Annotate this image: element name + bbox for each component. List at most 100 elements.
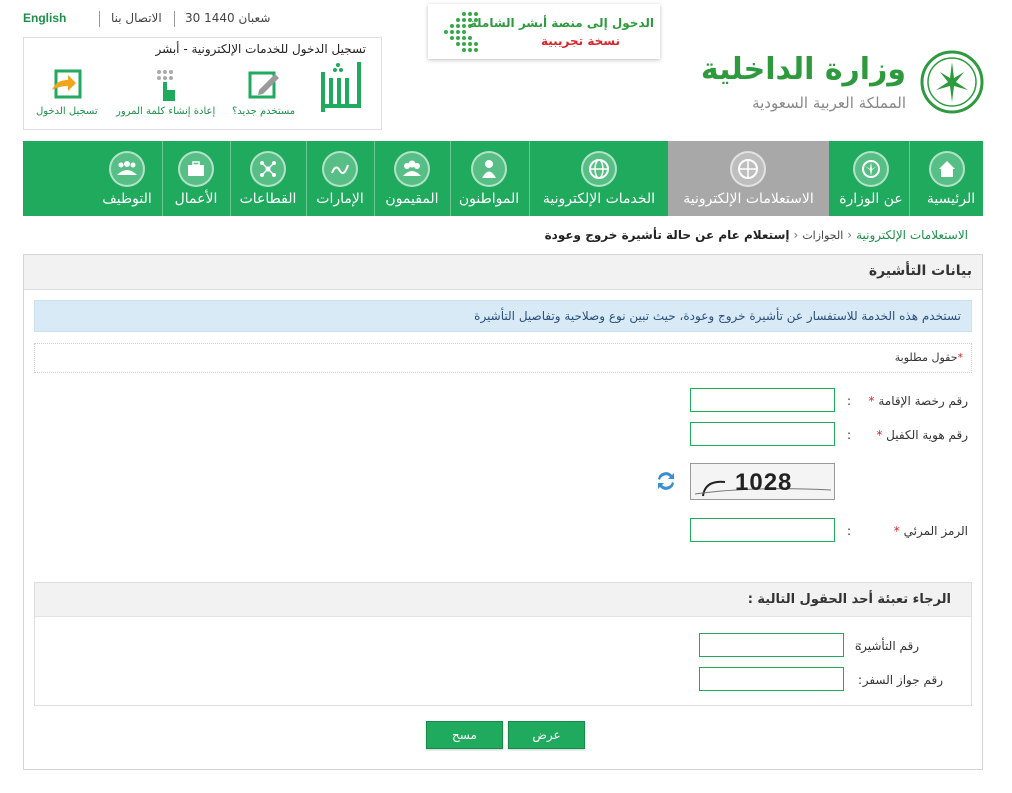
- team-icon: [109, 151, 145, 187]
- hijri-date: 30 شعبان 1440: [185, 11, 271, 25]
- nav-item-e-inquiries[interactable]: الاستعلامات الإلكترونية: [668, 141, 829, 216]
- panel-header: بيانات التأشيرة: [24, 255, 982, 290]
- nav-item-sectors[interactable]: القطاعات: [231, 141, 305, 216]
- keypad-hand-icon: [149, 68, 183, 102]
- english-link[interactable]: English: [23, 11, 66, 25]
- required-star: *: [868, 394, 875, 408]
- colon: :: [858, 673, 863, 687]
- trial-banner-line2: نسخة تجريبية: [540, 34, 620, 48]
- passport-number-input[interactable]: [699, 667, 844, 691]
- login-arrow-icon: [50, 68, 84, 102]
- login-button[interactable]: تسجيل الدخول: [36, 68, 98, 117]
- citizen-icon: [471, 151, 507, 187]
- nav-label: القطاعات: [239, 191, 297, 207]
- divider: [162, 141, 163, 216]
- new-user-label: مستخدم جديد؟: [232, 106, 296, 117]
- required-star: *: [876, 428, 883, 442]
- edit-icon: [247, 68, 281, 102]
- nav-item-residents[interactable]: المقيمون: [375, 141, 449, 216]
- nav-label: الخدمات الإلكترونية: [542, 191, 656, 207]
- colon: :: [847, 394, 852, 408]
- nav-item-about[interactable]: عن الوزارة: [833, 141, 909, 216]
- ministry-logo[interactable]: وزارة الداخلية المملكة العربية السعودية: [701, 48, 984, 118]
- divider: [306, 141, 307, 216]
- nav-item-emirates[interactable]: الإمارات: [307, 141, 373, 216]
- info-notice: تستخدم هذه الخدمة للاستفسار عن تأشيرة خر…: [34, 300, 972, 332]
- nav-label: المواطنون: [458, 191, 520, 207]
- country-name: المملكة العربية السعودية: [752, 94, 906, 112]
- passport-number-label: رقم جواز السفر: [862, 673, 943, 687]
- info-text: تستخدم هذه الخدمة للاستفسار عن تأشيرة خر…: [474, 309, 961, 323]
- breadcrumb-passports[interactable]: الجوازات: [802, 229, 843, 242]
- captcha-text: 1028: [735, 469, 793, 496]
- nav-item-citizens[interactable]: المواطنون: [451, 141, 527, 216]
- globe-search-icon: [730, 151, 766, 187]
- breadcrumb-current: إستعلام عام عن حالة تأشيرة خروج وعودة: [544, 228, 790, 242]
- required-note-text: حقول مطلوبة: [894, 351, 958, 364]
- clear-button[interactable]: مسح: [426, 721, 503, 749]
- absher-login-box: تسجيل الدخول للخدمات الإلكترونية - أبشر …: [23, 37, 382, 130]
- ministry-name: وزارة الداخلية: [700, 52, 906, 87]
- home-icon: [929, 151, 965, 187]
- divider: [450, 141, 451, 216]
- nav-label: الإمارات: [316, 191, 364, 207]
- section-title: الرجاء تعبئة أحد الحقول التالية :: [747, 592, 951, 607]
- sponsor-id-input[interactable]: [690, 422, 835, 446]
- colon: :: [847, 524, 852, 538]
- reset-password-button[interactable]: إعادة إنشاء كلمة المرور: [116, 68, 215, 117]
- visa-form-panel: بيانات التأشيرة تستخدم هذه الخدمة للاستف…: [23, 254, 983, 770]
- show-button[interactable]: عرض: [508, 721, 585, 749]
- sponsor-id-label-text: رقم هوية الكفيل: [886, 428, 968, 442]
- sponsor-id-label: رقم هوية الكفيل *: [876, 428, 968, 442]
- new-user-button[interactable]: مستخدم جديد؟: [232, 68, 295, 117]
- trial-platform-banner[interactable]: الدخول إلى منصة أبشر الشاملة نسخة تجريبي…: [428, 4, 660, 59]
- divider: [174, 11, 175, 27]
- network-icon: [250, 151, 286, 187]
- divider: [529, 141, 530, 216]
- visual-code-label: الرمز المرئي *: [894, 524, 968, 538]
- required-star: *: [957, 351, 964, 364]
- visual-code-input[interactable]: [690, 518, 835, 542]
- nav-label: الأعمال: [174, 191, 218, 207]
- trial-banner-line1: الدخول إلى منصة أبشر الشاملة: [469, 16, 654, 30]
- chevron-left-icon: ‹: [847, 228, 853, 242]
- emblem-icon: [853, 151, 889, 187]
- panel-title: بيانات التأشيرة: [868, 263, 972, 279]
- nav-label: الاستعلامات الإلكترونية: [683, 191, 814, 207]
- divider: [99, 11, 100, 27]
- captcha-image: 1028: [690, 463, 835, 500]
- login-label: تسجيل الدخول: [36, 106, 98, 117]
- required-note-box: *حقول مطلوبة: [34, 343, 972, 373]
- absher-title: تسجيل الدخول للخدمات الإلكترونية - أبشر: [155, 42, 366, 56]
- globe-icon: [581, 151, 617, 187]
- breadcrumb-e-inquiries[interactable]: الاستعلامات الإلكترونية: [856, 228, 968, 242]
- visa-number-input[interactable]: [699, 633, 844, 657]
- contact-link[interactable]: الاتصال بنا: [111, 11, 162, 25]
- top-links: English الاتصال بنا 30 شعبان 1440: [23, 11, 270, 27]
- nav-label: عن الوزارة: [839, 191, 903, 207]
- required-star: *: [893, 524, 900, 538]
- nav-label: الرئيسية: [926, 191, 976, 207]
- section-header: الرجاء تعبئة أحد الحقول التالية :: [35, 583, 971, 617]
- saudi-emblem-icon: [920, 50, 984, 114]
- colon: :: [847, 428, 852, 442]
- nav-item-business[interactable]: الأعمال: [163, 141, 229, 216]
- reset-password-label: إعادة إنشاء كلمة المرور: [116, 106, 216, 117]
- required-note: *حقول مطلوبة: [895, 351, 963, 364]
- iqama-label: رقم رخصة الإقامة *: [869, 394, 968, 408]
- optional-fields-section: الرجاء تعبئة أحد الحقول التالية : رقم ال…: [34, 582, 972, 706]
- absher-logo: [319, 60, 367, 120]
- divider: [909, 141, 910, 216]
- refresh-captcha-icon[interactable]: [654, 469, 678, 493]
- nav-item-e-services[interactable]: الخدمات الإلكترونية: [531, 141, 667, 216]
- breadcrumb: الاستعلامات الإلكترونية‹الجوازات‹إستعلام…: [545, 228, 968, 242]
- main-nav: الرئيسية عن الوزارة الاستعلامات الإلكترو…: [23, 141, 983, 216]
- iqama-number-input[interactable]: [690, 388, 835, 412]
- visual-code-label-text: الرمز المرئي: [903, 524, 968, 538]
- nav-item-home[interactable]: الرئيسية: [919, 141, 983, 216]
- colon: :: [858, 639, 863, 653]
- visa-number-label: رقم التأشيرة: [854, 639, 919, 653]
- briefcase-icon: [178, 151, 214, 187]
- nav-item-jobs[interactable]: التوظيف: [93, 141, 161, 216]
- calligraphy-icon: [322, 151, 358, 187]
